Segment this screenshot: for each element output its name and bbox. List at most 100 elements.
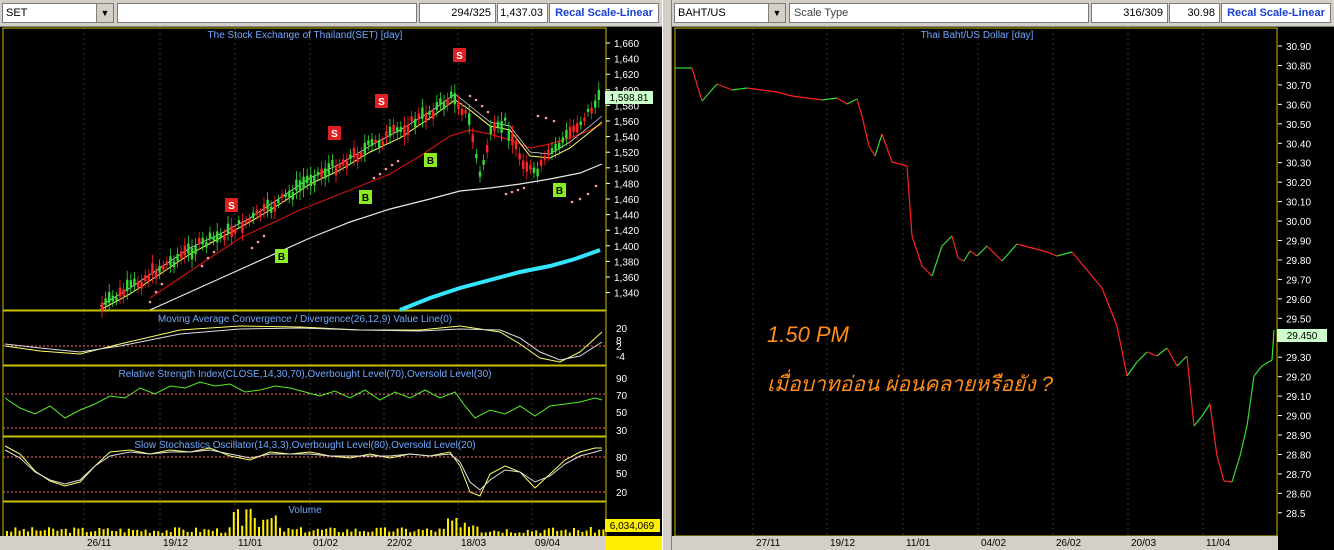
volume-bar (56, 530, 59, 536)
candle-body (428, 111, 431, 116)
volume-bar (468, 526, 470, 536)
pane-divider[interactable] (662, 0, 672, 550)
volume-bar (14, 527, 17, 536)
sell-signal[interactable]: S (453, 48, 466, 62)
candle-body (374, 139, 377, 143)
volume-bar (316, 528, 319, 536)
volume-bar (350, 531, 353, 536)
candle-body (410, 116, 413, 122)
sell-signal[interactable]: S (328, 126, 341, 140)
chevron-down-icon[interactable]: ▼ (96, 4, 113, 22)
candle-body (194, 245, 197, 255)
candle-body (345, 160, 348, 169)
x-axis-label: 26/02 (1056, 538, 1081, 549)
indicator-tick-label: 50 (616, 469, 628, 480)
candle-body (558, 142, 561, 150)
buy-signal[interactable]: B (359, 190, 372, 204)
baht-line-segment (836, 97, 848, 105)
y-tick-label: 1,660 (614, 39, 639, 50)
chevron-down-icon[interactable]: ▼ (768, 4, 785, 22)
baht-recal-scale-button[interactable]: Recal Scale-Linear (1221, 3, 1331, 23)
baht-line-segment (969, 250, 978, 257)
volume-bar (161, 532, 164, 536)
volume-bar (258, 526, 260, 536)
baht-toolbar: BAHT/US ▼ Scale Type 316/309 30.98 Recal… (672, 0, 1334, 27)
buy-signal[interactable]: B (553, 183, 566, 197)
volume-bar (388, 531, 391, 536)
volume-bar (337, 532, 340, 536)
sell-signal[interactable]: S (375, 94, 388, 108)
y-tick-label: 30.80 (1286, 61, 1311, 72)
candle-body (514, 140, 518, 150)
volume-bar (228, 527, 231, 536)
x-axis-label: 04/02 (981, 538, 1006, 549)
candle-body (288, 190, 291, 198)
ma-red (149, 123, 603, 299)
y-tick-label: 1,420 (614, 226, 639, 237)
y-tick-label: 1,440 (614, 211, 639, 222)
volume-bar (480, 532, 483, 536)
x-axis-label: 19/12 (830, 538, 855, 549)
baht-line-segment (1001, 243, 1018, 262)
candle-body (126, 279, 129, 292)
candle-body (590, 107, 593, 114)
set-symbol-label: SET (6, 7, 28, 19)
volume-bar (136, 529, 139, 536)
candle-body (504, 117, 507, 121)
candle-body (273, 202, 276, 212)
volume-bar (602, 529, 605, 536)
volume-bar (153, 530, 155, 536)
sell-signal[interactable]: S (225, 198, 238, 212)
candle-body (597, 89, 600, 100)
candle-body (338, 163, 341, 169)
volume-bar (413, 531, 416, 536)
candle-body (453, 93, 456, 105)
candle-body (468, 113, 471, 125)
candle-body (302, 176, 305, 189)
candle-body (349, 154, 352, 159)
baht-line-segment (1071, 251, 1088, 271)
candle-body (291, 191, 294, 200)
y-tick-label: 30.90 (1286, 42, 1311, 53)
candle-body (169, 256, 172, 266)
set-symbol-selector[interactable]: SET ▼ (2, 3, 114, 23)
baht-chart-area[interactable]: Thai Baht/US Dollar [day] 30.90 30.80 30.7… (672, 26, 1334, 550)
baht-line-segment (1216, 455, 1225, 482)
candle-body (586, 108, 590, 112)
candle-body (396, 127, 399, 133)
candle-body (583, 117, 586, 122)
candle-body (212, 236, 215, 241)
candle-body (550, 148, 554, 154)
candle-body (403, 125, 406, 137)
baht-line-segment (861, 115, 870, 147)
volume-bar (463, 522, 466, 536)
volume-bar (568, 532, 571, 536)
candle-body (295, 179, 298, 191)
candle-body (165, 261, 168, 266)
volume-bar (547, 528, 550, 536)
baht-line-segment (791, 95, 808, 99)
baht-symbol-selector[interactable]: BAHT/US ▼ (674, 3, 786, 23)
buy-signal[interactable]: B (275, 249, 288, 263)
candle-body (252, 212, 255, 219)
set-recal-scale-button[interactable]: Recal Scale-Linear (549, 3, 659, 23)
buy-signal[interactable]: B (424, 153, 437, 167)
volume-bar (505, 529, 508, 536)
volume-bar (354, 528, 357, 536)
baht-line-segment (846, 98, 858, 105)
candle-body (540, 159, 543, 166)
candle-body (241, 222, 244, 233)
volume-bar (346, 529, 349, 536)
baht-scale-type: Scale Type (789, 3, 1089, 23)
volume-bar (237, 509, 239, 536)
volume-bar (522, 532, 525, 536)
candle-body (324, 168, 327, 179)
set-chart-area[interactable]: The Stock Exchange of Thailand(SET) [day… (0, 26, 662, 550)
candle-body (208, 232, 212, 239)
candle-body (129, 280, 132, 288)
candle-body (111, 295, 114, 302)
volume-bar (144, 529, 147, 536)
volume-bar (279, 527, 281, 536)
volume-bar (48, 527, 50, 536)
volume-bar (535, 530, 538, 536)
